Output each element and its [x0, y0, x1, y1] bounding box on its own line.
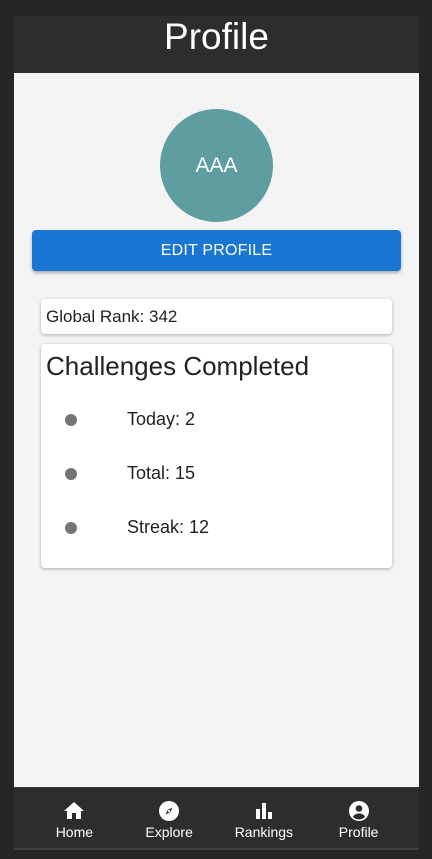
global-rank-text: Global Rank: 342 [46, 306, 178, 326]
bar-chart-icon [255, 802, 272, 819]
app-header: Profile [14, 16, 419, 73]
challenges-card: Challenges Completed Today: 2 Total: 15 … [41, 344, 392, 568]
compass-icon [159, 800, 180, 821]
avatar-initials: AAA [195, 153, 238, 177]
bottom-nav: Home Explore Rankings Profile [14, 787, 419, 850]
list-item: Total: 15 [41, 459, 392, 489]
edit-profile-button[interactable]: EDIT PROFILE [32, 230, 401, 271]
nav-item-home[interactable]: Home [34, 799, 114, 840]
stat-today: Today: 2 [127, 409, 196, 429]
stat-total: Total: 15 [127, 463, 196, 483]
home-icon [64, 801, 85, 819]
list-item: Today: 2 [41, 405, 392, 435]
challenges-title: Challenges Completed [46, 351, 310, 381]
bullet-icon [65, 414, 77, 426]
bullet-icon [65, 468, 77, 480]
app-screen: Profile AAA EDIT PROFILE Global Rank: 34… [14, 16, 419, 850]
nav-item-rankings[interactable]: Rankings [224, 799, 304, 840]
nav-label-home: Home [55, 823, 94, 840]
account-circle-icon [348, 800, 369, 821]
divider [14, 848, 419, 850]
nav-label-explore: Explore [145, 823, 193, 840]
page-title: Profile [164, 16, 269, 57]
nav-item-explore[interactable]: Explore [129, 799, 209, 840]
nav-label-profile: Profile [338, 823, 379, 840]
bullet-icon [65, 522, 77, 534]
edit-profile-label: EDIT PROFILE [160, 241, 273, 259]
nav-item-profile[interactable]: Profile [319, 799, 399, 840]
global-rank-card: Global Rank: 342 [41, 299, 392, 334]
avatar: AAA [160, 109, 273, 222]
stat-streak: Streak: 12 [127, 517, 210, 537]
nav-label-rankings: Rankings [234, 823, 294, 840]
list-item: Streak: 12 [41, 513, 392, 543]
